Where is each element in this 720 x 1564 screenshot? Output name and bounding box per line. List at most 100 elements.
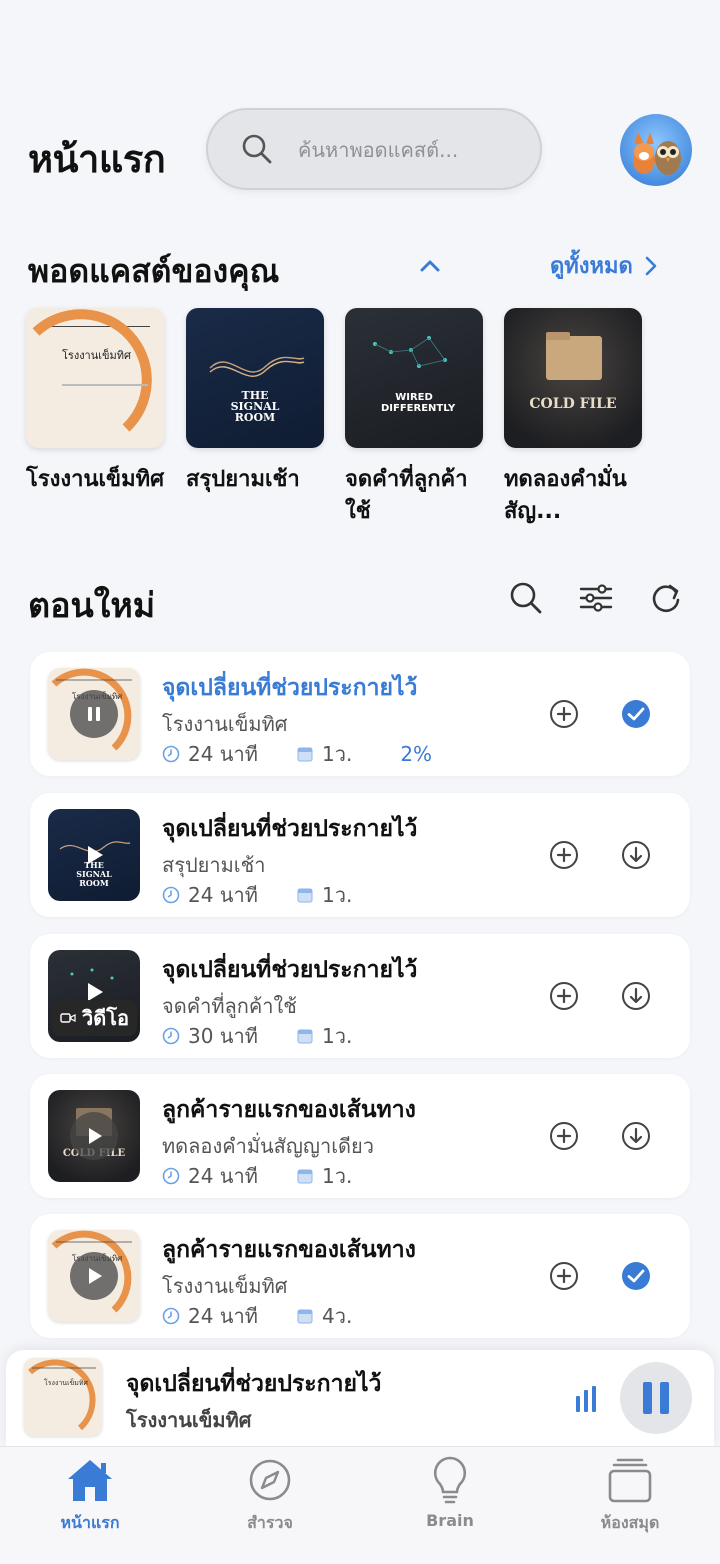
podcast-card[interactable]: COLD FILE ทดลองคำมั่นสัญ... xyxy=(504,308,644,528)
search-icon xyxy=(510,582,542,614)
episode-date: 1ว. xyxy=(322,883,353,907)
chevron-up-icon[interactable] xyxy=(412,248,448,284)
home-icon xyxy=(68,1460,112,1501)
search-episodes-button[interactable] xyxy=(506,576,546,620)
podcast-card[interactable]: โรงงานเข็มทิศ โรงงานเข็มทิศ xyxy=(26,308,166,496)
episode-row[interactable]: โรงงานเข็มทิศ จุดเปลี่ยนที่ช่วยประกายไว้… xyxy=(30,652,690,776)
episode-row[interactable]: COLD FILE ลูกค้ารายแรกของเส้นทาง ทดลองคำ… xyxy=(30,1074,690,1198)
video-label: วิดีโอ xyxy=(82,1006,129,1030)
episode-title: จุดเปลี่ยนที่ช่วยประกายไว้ xyxy=(162,675,418,701)
episode-title: จุดเปลี่ยนที่ช่วยประกายไว้ xyxy=(162,957,418,983)
tab-bar: หน้าแรก สำรวจ Brain ห้องสมุด xyxy=(0,1446,720,1564)
filter-button[interactable] xyxy=(576,576,616,620)
podcast-cover: COLD FILE xyxy=(504,308,642,448)
calendar-icon xyxy=(297,888,313,903)
episode-meta: 24 นาที 4ว. xyxy=(162,1300,352,1332)
episode-toolbar xyxy=(506,576,686,620)
episode-thumbnail: THE SIGNAL ROOM xyxy=(48,809,140,901)
podcast-carousel: โรงงานเข็มทิศ โรงงานเข็มทิศ THE SIGNAL R… xyxy=(26,308,720,538)
cover-text: THE SIGNAL ROOM xyxy=(230,389,280,424)
download-button[interactable] xyxy=(620,839,652,871)
podcast-card[interactable]: WIRED DIFFERENTLY จดคำที่ลูกค้าใช้ xyxy=(345,308,485,528)
play-button[interactable] xyxy=(70,1252,118,1300)
cover-text: โรงงานเข็มทิศ xyxy=(62,349,132,362)
clock-icon xyxy=(162,1307,180,1325)
add-to-queue-button[interactable] xyxy=(548,980,580,1012)
cover-text: COLD FILE xyxy=(529,396,617,412)
page-title: หน้าแรก xyxy=(28,137,166,181)
search-icon xyxy=(242,134,272,164)
search-bar[interactable] xyxy=(206,108,542,190)
episode-thumbnail: วิดีโอ xyxy=(48,950,140,1042)
pause-button[interactable] xyxy=(70,690,118,738)
tab-label: หน้าแรก xyxy=(60,1513,120,1532)
tab-library[interactable]: ห้องสมุด xyxy=(570,1453,690,1536)
podcast-card[interactable]: THE SIGNAL ROOM สรุปยามเช้า xyxy=(186,308,326,496)
add-to-queue-button[interactable] xyxy=(548,698,580,730)
episode-date: 1ว. xyxy=(322,1164,353,1188)
episode-duration: 24 นาที xyxy=(188,742,258,766)
see-all-link[interactable]: ดูทั้งหมด xyxy=(550,248,659,283)
episode-row[interactable]: โรงงานเข็มทิศ ลูกค้ารายแรกของเส้นทาง โรง… xyxy=(30,1214,690,1338)
refresh-button[interactable] xyxy=(646,576,686,620)
play-button[interactable] xyxy=(70,1112,118,1160)
downloaded-check-icon[interactable] xyxy=(620,1260,652,1292)
episode-meta: 24 นาที 1ว. xyxy=(162,879,352,911)
mini-player[interactable]: โรงงานเข็มทิศ จุดเปลี่ยนที่ช่วยประกายไว้… xyxy=(6,1350,714,1450)
tab-explore[interactable]: สำรวจ xyxy=(210,1453,330,1536)
clock-icon xyxy=(162,1167,180,1185)
now-playing-title: จุดเปลี่ยนที่ช่วยประกายไว้ xyxy=(126,1371,382,1397)
header: หน้าแรก xyxy=(28,108,692,192)
podcast-cover: THE SIGNAL ROOM xyxy=(186,308,324,448)
calendar-icon xyxy=(297,747,313,762)
podcast-cover: โรงงานเข็มทิศ xyxy=(26,308,164,448)
add-to-queue-button[interactable] xyxy=(548,1120,580,1152)
calendar-icon xyxy=(297,1029,313,1044)
episode-show: โรงงานเข็มทิศ xyxy=(162,1274,288,1298)
cover-text: โรงงานเข็มทิศ xyxy=(44,1379,88,1387)
add-to-queue-button[interactable] xyxy=(548,839,580,871)
search-input[interactable] xyxy=(298,128,518,172)
mini-player-cover: โรงงานเข็มทิศ xyxy=(24,1358,102,1436)
download-button[interactable] xyxy=(620,1120,652,1152)
tab-home[interactable]: หน้าแรก xyxy=(30,1453,150,1536)
podcast-name: สรุปยามเช้า xyxy=(186,467,300,492)
pause-icon xyxy=(643,1382,669,1414)
clock-icon xyxy=(162,745,180,763)
pause-icon xyxy=(88,707,100,721)
play-button[interactable] xyxy=(70,831,118,879)
episode-date: 1ว. xyxy=(322,742,353,766)
podcast-name: จดคำที่ลูกค้าใช้ xyxy=(345,467,468,524)
avatar[interactable] xyxy=(620,114,692,186)
episode-date: 4ว. xyxy=(322,1304,353,1328)
mini-player-pause-button[interactable] xyxy=(620,1362,692,1434)
clock-icon xyxy=(162,1027,180,1045)
calendar-icon xyxy=(297,1309,313,1324)
play-icon xyxy=(89,1128,102,1144)
episode-show: โรงงานเข็มทิศ xyxy=(162,712,288,736)
now-playing-show: โรงงานเข็มทิศ xyxy=(126,1408,252,1432)
library-icon xyxy=(608,1458,652,1503)
tab-label: สำรวจ xyxy=(247,1513,293,1532)
add-to-queue-button[interactable] xyxy=(548,1260,580,1292)
episode-row[interactable]: THE SIGNAL ROOM จุดเปลี่ยนที่ช่วยประกายไ… xyxy=(30,793,690,917)
video-badge: วิดีโอ xyxy=(52,1000,137,1036)
episode-row[interactable]: วิดีโอ จุดเปลี่ยนที่ช่วยประกายไว้ จดคำที… xyxy=(30,934,690,1058)
downloaded-check-icon[interactable] xyxy=(620,698,652,730)
episode-thumbnail: COLD FILE xyxy=(48,1090,140,1182)
play-icon xyxy=(88,846,103,864)
download-button[interactable] xyxy=(620,980,652,1012)
compass-icon xyxy=(249,1459,291,1501)
podcast-name: ทดลองคำมั่นสัญ... xyxy=(504,467,627,524)
clock-icon xyxy=(162,886,180,904)
episode-title: ลูกค้ารายแรกของเส้นทาง xyxy=(162,1237,416,1263)
podcast-name: โรงงานเข็มทิศ xyxy=(26,467,165,492)
calendar-icon xyxy=(297,1169,313,1184)
cover-text: WIRED DIFFERENTLY xyxy=(381,392,456,414)
episode-show: จดคำที่ลูกค้าใช้ xyxy=(162,994,297,1018)
episode-meta: 30 นาที 1ว. xyxy=(162,1020,352,1052)
tab-brain[interactable]: Brain xyxy=(390,1453,510,1530)
episode-show: สรุปยามเช้า xyxy=(162,853,266,877)
episode-duration: 24 นาที xyxy=(188,1164,258,1188)
episode-duration: 24 นาที xyxy=(188,883,258,907)
